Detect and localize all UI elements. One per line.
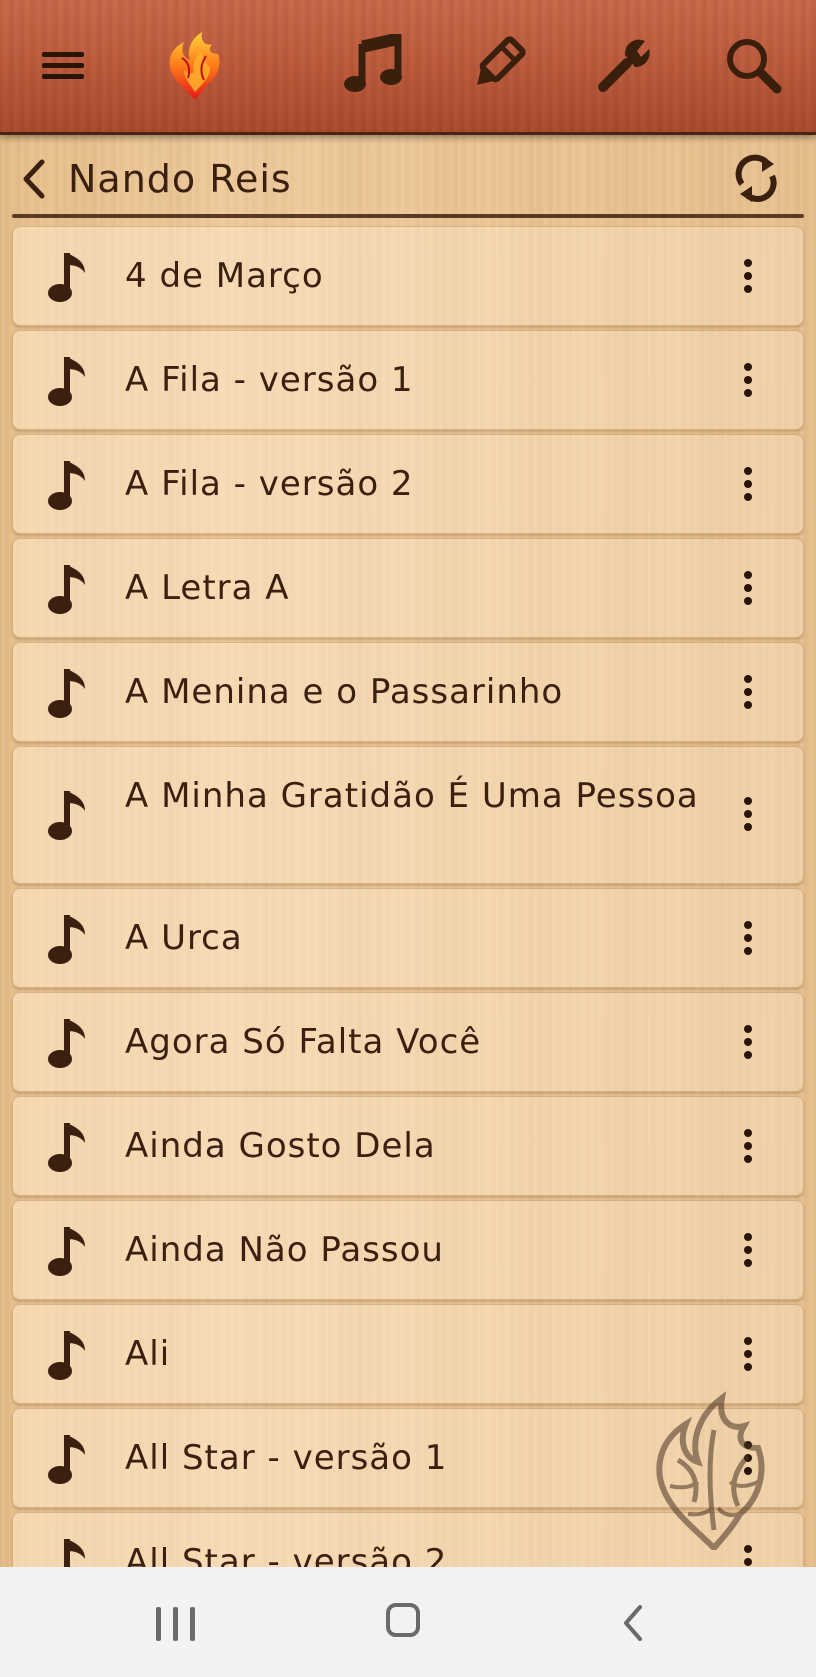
more-options-icon[interactable] [743,363,753,397]
song-row[interactable]: A Fila - versão 1 [12,330,804,430]
more-options-icon[interactable] [743,1025,753,1059]
song-title: All Star - versão 2 [125,1542,448,1567]
more-options-icon[interactable] [743,259,753,293]
song-title: A Fila - versão 1 [125,360,414,400]
wood-background: Nando Reis 4 de Março A Fila - versão 1 … [0,0,816,1567]
wrench-icon[interactable] [590,30,660,100]
music-note-icon [48,791,85,840]
music-note-icon [48,1227,85,1276]
more-options-icon[interactable] [743,921,753,955]
song-row[interactable]: A Menina e o Passarinho [12,642,804,742]
song-title: A Minha Gratidão É Uma Pessoa [125,776,699,816]
song-row[interactable]: 4 de Março [12,226,804,326]
music-note-icon[interactable] [338,30,408,100]
search-icon[interactable] [718,30,788,100]
music-note-icon [48,915,85,964]
top-toolbar [0,0,816,135]
music-note-icon [48,357,85,406]
song-title: Ali [125,1334,171,1374]
song-row[interactable]: A Minha Gratidão É Uma Pessoa [12,746,804,884]
more-options-icon[interactable] [743,1233,753,1267]
song-title: Ainda Não Passou [125,1230,444,1270]
phoenix-watermark-icon [656,1391,765,1550]
song-title: 4 de Março [125,256,324,296]
header-divider [12,214,804,218]
more-options-icon[interactable] [743,675,753,709]
song-title: Agora Só Falta Você [125,1022,482,1062]
system-nav-bar [0,1567,816,1677]
recents-button[interactable] [154,1607,198,1641]
music-note-icon [48,1019,85,1068]
song-row[interactable]: A Letra A [12,538,804,638]
song-title: A Letra A [125,568,290,608]
song-row[interactable]: Ali [12,1304,804,1404]
music-note-icon [48,1331,85,1380]
hamburger-menu-icon[interactable] [28,30,98,100]
song-title: A Fila - versão 2 [125,464,414,504]
song-row[interactable]: Ainda Gosto Dela [12,1096,804,1196]
song-row[interactable]: A Urca [12,888,804,988]
pencil-icon[interactable] [462,30,532,100]
phoenix-logo-icon[interactable] [160,30,230,100]
song-list: 4 de Março A Fila - versão 1 A Fila - ve… [12,226,804,1567]
song-row[interactable]: A Fila - versão 2 [12,434,804,534]
music-note-icon [48,461,85,510]
song-title: A Menina e o Passarinho [125,672,564,712]
song-title: All Star - versão 1 [125,1438,448,1478]
home-button[interactable] [386,1603,420,1637]
back-chevron-icon[interactable] [14,154,54,204]
more-options-icon[interactable] [743,571,753,605]
page-title: Nando Reis [68,157,292,201]
music-note-icon [48,1123,85,1172]
artist-header: Nando Reis [0,140,816,218]
song-row[interactable]: Ainda Não Passou [12,1200,804,1300]
more-options-icon[interactable] [743,1337,753,1371]
more-options-icon[interactable] [743,797,753,831]
sync-arrows-icon[interactable] [728,150,786,208]
more-options-icon[interactable] [743,467,753,501]
song-title: Ainda Gosto Dela [125,1126,436,1166]
music-note-icon [48,669,85,718]
song-title: A Urca [125,918,243,958]
more-options-icon[interactable] [743,1129,753,1163]
music-note-icon [64,1539,85,1567]
music-note-icon [48,565,85,614]
music-note-icon [48,253,85,302]
system-back-button[interactable] [618,1603,648,1643]
song-row[interactable]: Agora Só Falta Você [12,992,804,1092]
music-note-icon [48,1435,85,1484]
